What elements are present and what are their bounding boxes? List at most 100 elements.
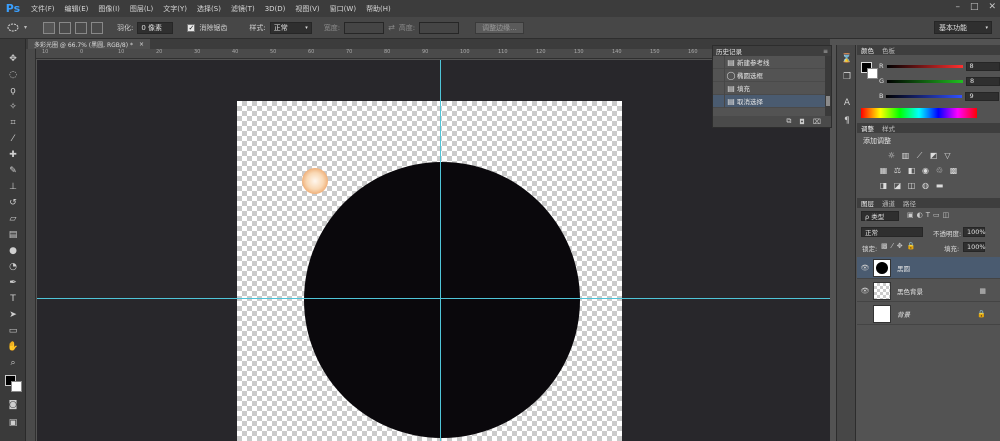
filter-icons[interactable]: ▣◐T▭◫ (907, 211, 952, 219)
channel-mixer-icon[interactable]: ♲ (935, 166, 944, 175)
history-item[interactable]: ▤ 新建参考线 (713, 55, 831, 69)
threshold-icon[interactable]: ◫ (907, 181, 916, 190)
close-tab-icon[interactable]: × (139, 41, 144, 48)
opacity-input[interactable]: 100% (963, 227, 986, 237)
intersect-selection-icon[interactable] (91, 21, 104, 34)
menu-type[interactable]: 文字(Y) (158, 4, 192, 14)
clone-stamp-tool-icon[interactable]: ⊥ (7, 181, 19, 193)
refine-edge-button[interactable]: 调整边缘... (475, 21, 524, 34)
gradient-tool-icon[interactable]: ▤ (7, 229, 19, 241)
document-tab[interactable]: 多彩光圈 @ 66.7% (黑圆, RGB/8) * × (28, 39, 150, 49)
zoom-tool-icon[interactable]: ⌕ (7, 357, 19, 369)
new-document-from-state-icon[interactable]: ⧉ (786, 117, 791, 126)
horizontal-guide[interactable] (37, 298, 830, 299)
eyedropper-tool-icon[interactable]: ⁄ (7, 133, 19, 145)
paragraph-panel-icon[interactable]: ¶ (841, 115, 853, 127)
history-item[interactable]: ▤ 取消选择 (713, 94, 831, 108)
tab-styles[interactable]: 样式 (882, 123, 895, 133)
visibility-toggle-off[interactable]: 👁 (857, 310, 873, 318)
height-input[interactable] (419, 21, 460, 34)
camera-icon[interactable]: ◘ (799, 118, 805, 126)
layer-name[interactable]: 黑色背景 (897, 286, 923, 296)
lasso-tool-icon[interactable]: ϙ (7, 85, 19, 97)
document-canvas[interactable] (237, 101, 622, 441)
menu-layer[interactable]: 图层(L) (125, 4, 158, 14)
tab-color[interactable]: 颜色 (861, 45, 874, 55)
curves-icon[interactable]: ⟋ (915, 151, 924, 160)
eraser-tool-icon[interactable]: ▱ (7, 213, 19, 225)
screen-mode-icon[interactable]: ▣ (7, 417, 19, 429)
path-selection-tool-icon[interactable]: ➤ (7, 309, 19, 321)
swap-dimensions-icon[interactable]: ⇄ (388, 23, 395, 32)
background-color-swatch[interactable] (867, 68, 878, 79)
move-tool-icon[interactable]: ✥ (7, 53, 19, 65)
panel-menu-icon[interactable]: ≡ (823, 48, 828, 55)
red-value-input[interactable]: 8 (965, 61, 1000, 71)
black-white-icon[interactable]: ◧ (907, 166, 916, 175)
layer-filter-select[interactable]: ρ 类型 (861, 211, 899, 221)
hand-tool-icon[interactable]: ✋ (7, 341, 19, 353)
invert-icon[interactable]: ◨ (879, 181, 888, 190)
marquee-tool-icon[interactable]: ◌ (7, 69, 19, 81)
tab-history[interactable]: 历史记录 (716, 46, 742, 56)
menu-file[interactable]: 文件(F) (26, 4, 60, 14)
visibility-eye-icon[interactable]: 👁 (857, 287, 873, 295)
quick-mask-icon[interactable]: ◙ (7, 399, 19, 411)
trash-icon[interactable]: ⌧ (813, 118, 821, 126)
antialias-checkbox[interactable]: ✓ (187, 23, 196, 32)
dodge-tool-icon[interactable]: ◔ (7, 261, 19, 273)
layer-name[interactable]: 黑圆 (897, 263, 910, 273)
blue-value-input[interactable]: 9 (965, 91, 1000, 101)
tab-adjustments[interactable]: 调整 (861, 123, 874, 133)
horizontal-ruler[interactable]: 10 0 10 20 30 40 50 60 70 80 90 100 110 120 130 140 150 1… (36, 49, 830, 59)
layer-row[interactable]: 👁 黑色背景 ▦ (857, 280, 1000, 302)
new-selection-icon[interactable] (43, 21, 56, 34)
color-lookup-icon[interactable]: ▩ (949, 166, 958, 175)
layer-row[interactable]: 👁 黑圆 (857, 257, 1000, 279)
width-input[interactable] (344, 21, 385, 34)
menu-3d[interactable]: 3D(D) (260, 5, 291, 13)
minimize-button[interactable]: – (955, 2, 960, 12)
blue-slider[interactable] (886, 94, 963, 98)
vertical-ruler[interactable] (26, 49, 36, 441)
gradient-map-icon[interactable]: ▬ (935, 181, 944, 190)
background-color-swatch[interactable] (11, 381, 22, 392)
menu-image[interactable]: 图像(I) (93, 4, 125, 14)
menu-select[interactable]: 选择(S) (192, 4, 226, 14)
menu-filter[interactable]: 滤镜(T) (226, 4, 260, 14)
exposure-icon[interactable]: ◩ (929, 151, 938, 160)
layer-row[interactable]: 👁 背景 🔒 (857, 303, 1000, 325)
color-spectrum-ramp[interactable] (861, 108, 977, 118)
tab-layers[interactable]: 图层 (861, 198, 874, 208)
type-tool-icon[interactable]: T (7, 293, 19, 305)
posterize-icon[interactable]: ◪ (893, 181, 902, 190)
vertical-guide[interactable] (440, 60, 441, 441)
elliptical-marquee-tool-icon[interactable] (6, 22, 20, 34)
tab-paths[interactable]: 路径 (903, 198, 916, 208)
lock-icons[interactable]: ▩⁄✥🔒 (881, 242, 919, 250)
blend-mode-select[interactable]: 正常 (861, 227, 923, 237)
workspace-select[interactable]: 基本功能 ▾ (934, 21, 992, 34)
selective-color-icon[interactable]: ◍ (921, 181, 930, 190)
tool-preset-dropdown-icon[interactable]: ▾ (24, 24, 27, 31)
healing-brush-tool-icon[interactable]: ✚ (7, 149, 19, 161)
close-button[interactable]: ✕ (988, 2, 996, 12)
history-panel-icon[interactable]: ⌛ (841, 53, 853, 65)
maximize-button[interactable]: □ (970, 2, 979, 12)
green-slider[interactable] (887, 79, 964, 83)
feather-input[interactable]: 0 像素 (137, 21, 174, 34)
green-value-input[interactable]: 8 (966, 76, 1000, 86)
menu-window[interactable]: 窗口(W) (325, 4, 361, 14)
crop-tool-icon[interactable]: ⌗ (7, 117, 19, 129)
pen-tool-icon[interactable]: ✒ (7, 277, 19, 289)
menu-edit[interactable]: 编辑(E) (60, 4, 94, 14)
layer-name[interactable]: 背景 (897, 309, 910, 319)
history-brush-tool-icon[interactable]: ↺ (7, 197, 19, 209)
menu-help[interactable]: 帮助(H) (361, 4, 396, 14)
rectangle-tool-icon[interactable]: ▭ (7, 325, 19, 337)
hue-saturation-icon[interactable]: ▦ (879, 166, 888, 175)
style-select[interactable]: 正常 ▾ (269, 21, 312, 34)
character-panel-icon[interactable]: A (841, 97, 853, 109)
levels-icon[interactable]: ▥ (901, 151, 910, 160)
subtract-from-selection-icon[interactable] (75, 21, 88, 34)
